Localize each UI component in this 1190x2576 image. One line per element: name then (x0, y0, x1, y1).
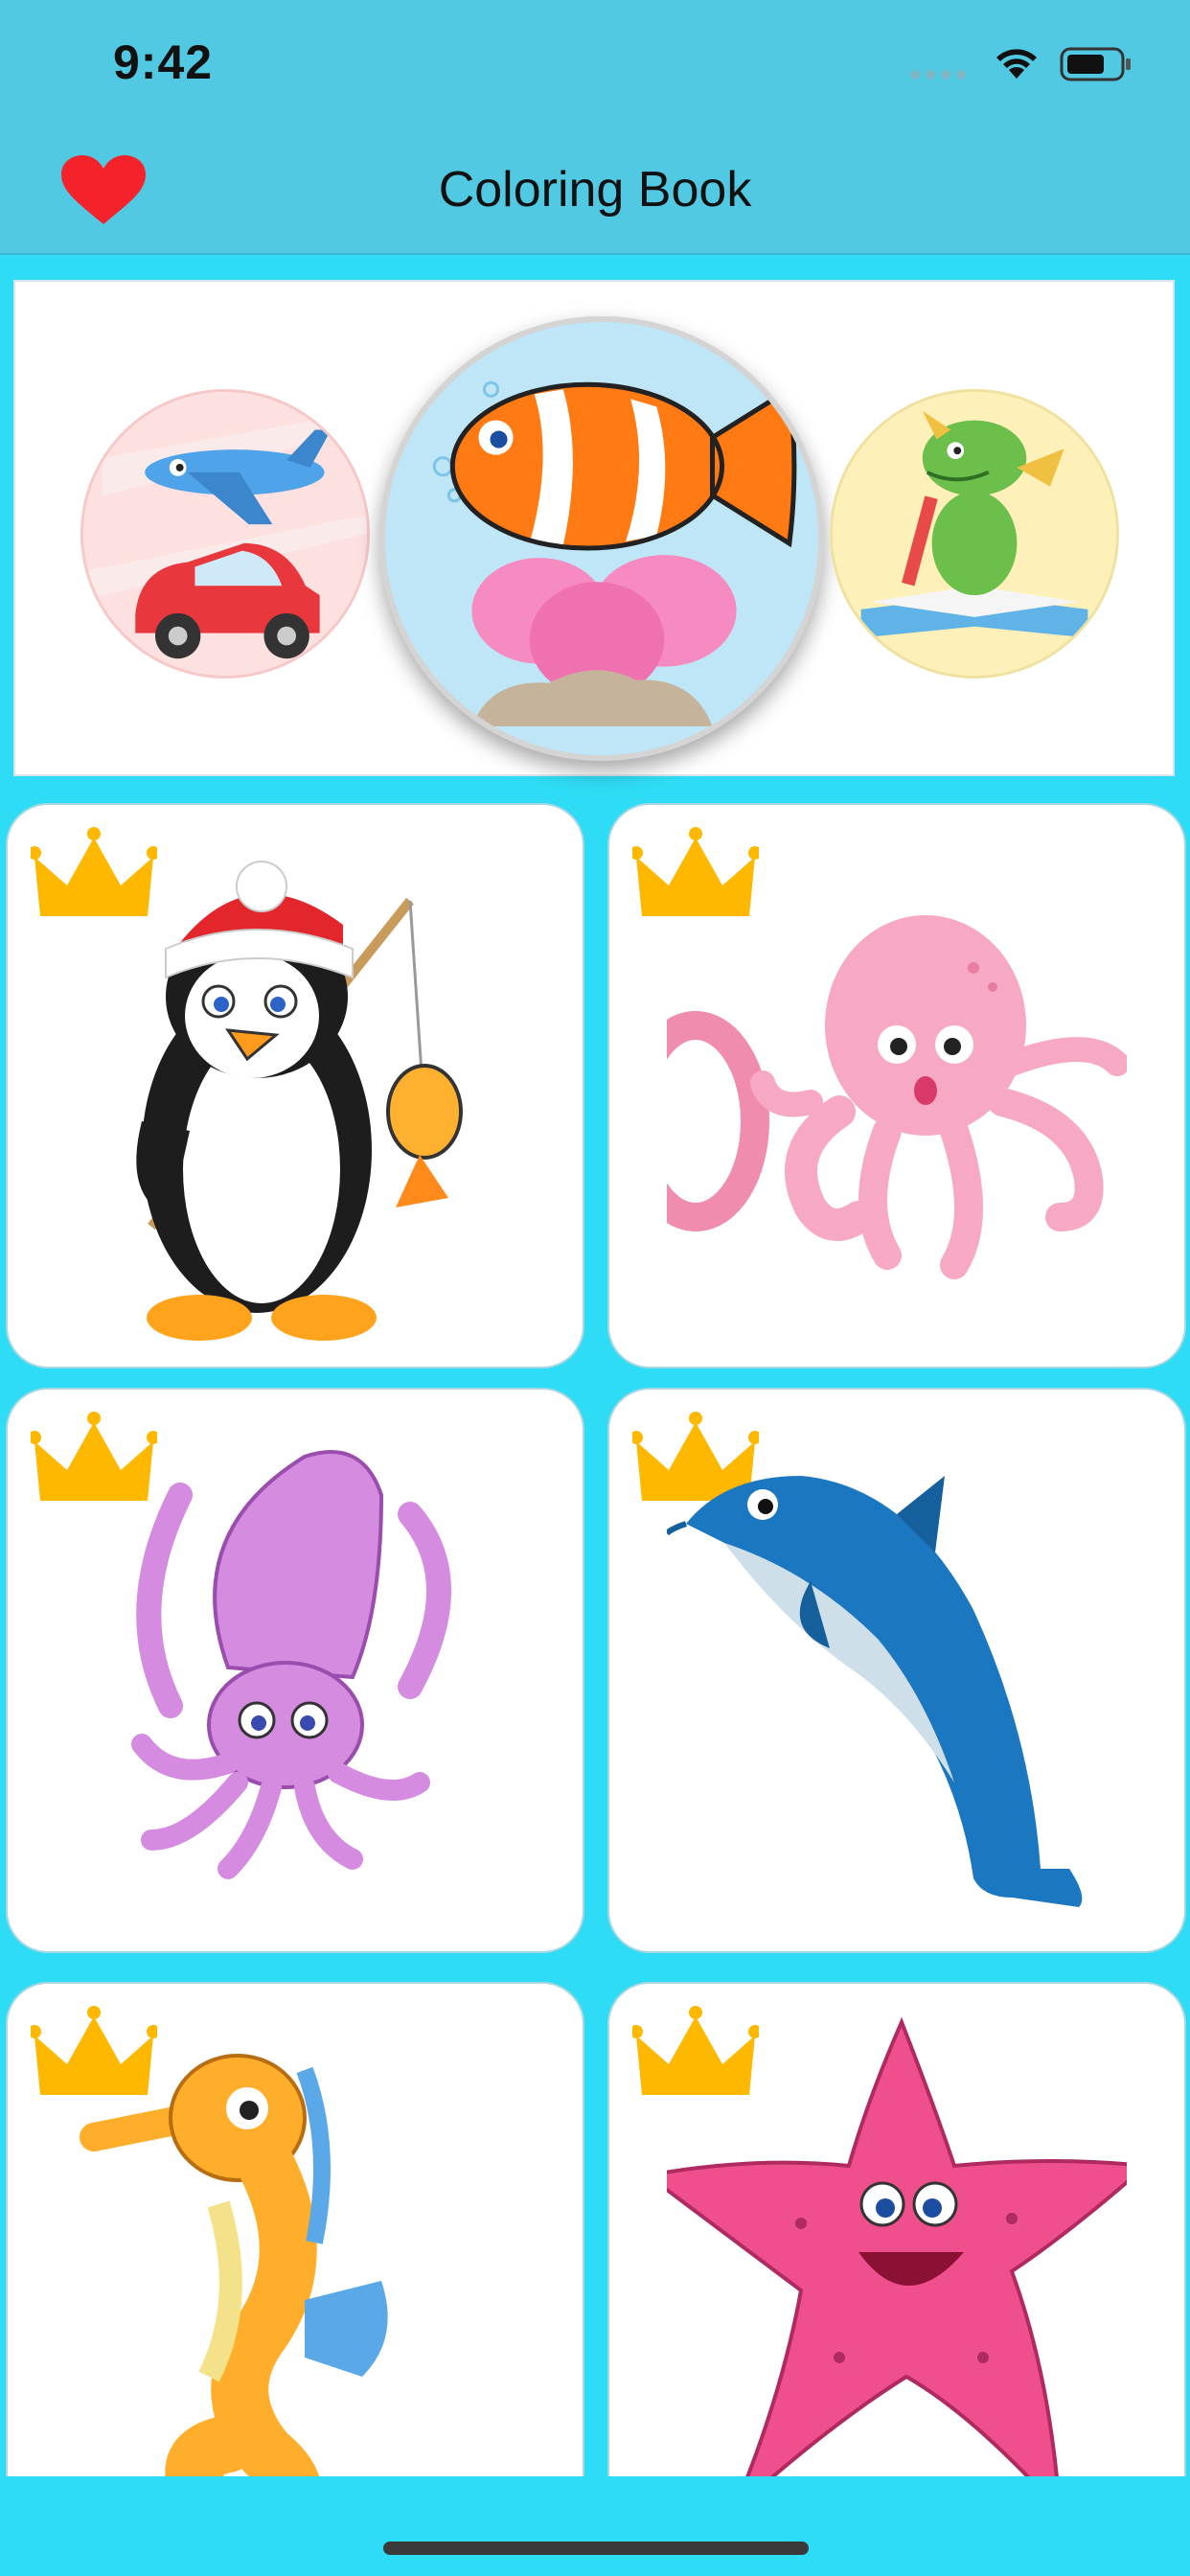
coloring-card-squid[interactable] (6, 1388, 584, 1953)
home-indicator[interactable] (383, 2542, 809, 2555)
dragon-icon (833, 392, 1116, 676)
coloring-card-octopus[interactable] (607, 803, 1186, 1368)
penguin-icon (136, 861, 463, 1341)
page-title: Coloring Book (438, 162, 752, 218)
app-header: 9:42 Coloring Book (0, 0, 1190, 255)
octopus-icon (667, 915, 1127, 1279)
dolphin-icon (667, 1476, 1083, 1907)
coloring-card-starfish[interactable] (607, 1982, 1186, 2547)
status-icons (910, 42, 1131, 84)
status-time: 9:42 (113, 35, 214, 89)
clownfish-icon (385, 322, 818, 755)
airplane-car-icon (83, 392, 367, 676)
signal-dots-icon (910, 67, 972, 84)
battery-icon (1060, 47, 1131, 81)
starfish-icon (667, 2016, 1127, 2517)
category-vehicles[interactable] (80, 389, 370, 678)
wifi-icon (996, 49, 1037, 79)
category-carousel (13, 280, 1175, 776)
coloring-card-penguin[interactable] (6, 803, 584, 1368)
home-bar-area (0, 2476, 1190, 2576)
seahorse-icon (80, 2054, 388, 2530)
squid-icon (131, 1450, 451, 1879)
category-sea-animals[interactable] (379, 316, 824, 761)
coloring-card-dolphin[interactable] (607, 1388, 1186, 1953)
coloring-card-seahorse[interactable] (6, 1982, 584, 2547)
category-fantasy[interactable] (830, 389, 1119, 678)
